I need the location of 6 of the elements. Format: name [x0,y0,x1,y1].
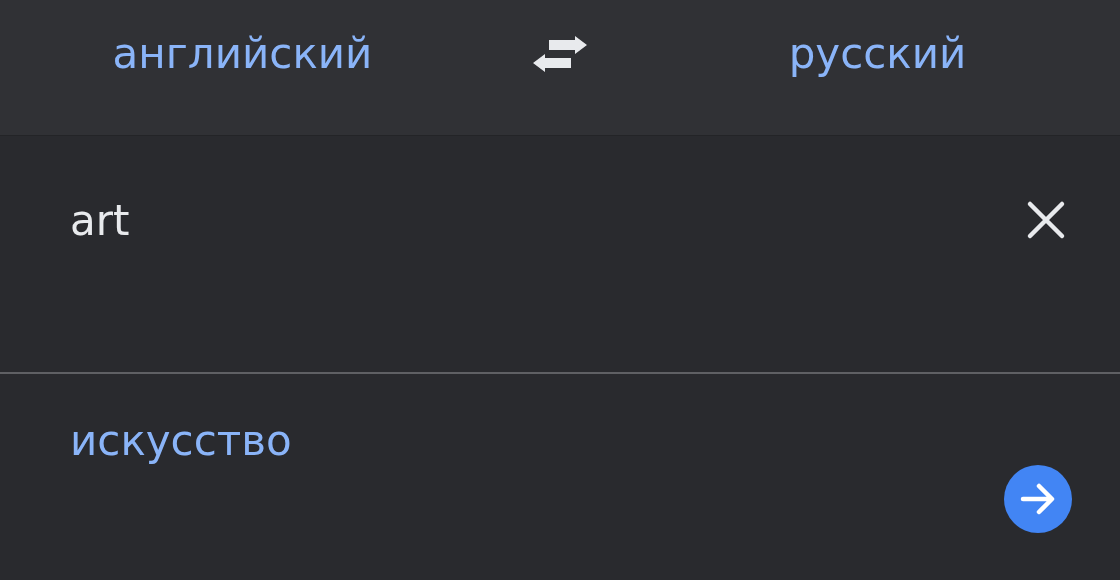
swap-icon [533,33,587,74]
close-icon [1026,200,1066,240]
target-language[interactable]: русский [780,25,975,82]
translation-text: искусство [70,416,292,465]
input-field[interactable]: art [70,192,1022,248]
source-language[interactable]: английский [104,25,381,82]
